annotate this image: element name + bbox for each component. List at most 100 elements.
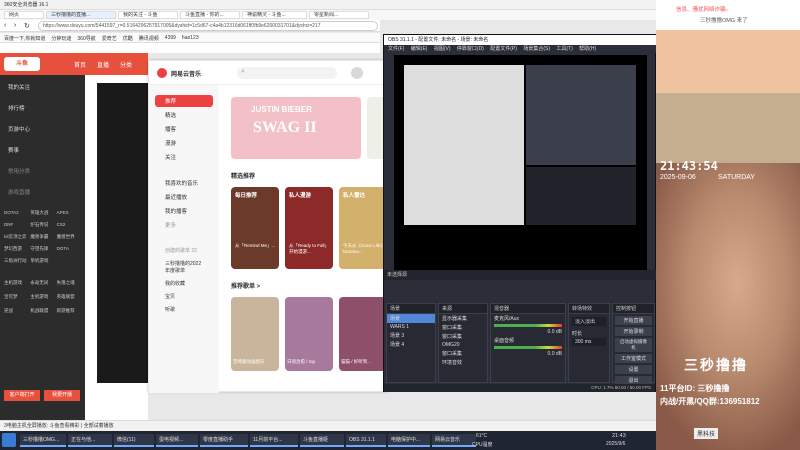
- bookmark-1[interactable]: 分钟玩谜: [51, 35, 71, 42]
- scene-item[interactable]: 场景 4: [387, 340, 435, 349]
- more-4[interactable]: 主机游戏: [30, 294, 54, 300]
- obs-menu-view[interactable]: 视图(V): [434, 46, 451, 52]
- virtual-camera-button[interactable]: 启动虚拟摄像机: [615, 338, 652, 352]
- more-0[interactable]: 主机游戏: [4, 280, 28, 286]
- game-5[interactable]: CS2: [57, 222, 81, 228]
- music-nav-my-podcast[interactable]: 我的播客: [155, 205, 213, 217]
- obs-preview[interactable]: [394, 55, 647, 270]
- obs-menu-dock[interactable]: 停靠窗口(D): [457, 46, 484, 52]
- source-item[interactable]: 显示器采集: [439, 314, 487, 323]
- source-item[interactable]: 窗口采集: [439, 349, 487, 358]
- playlist-item-2[interactable]: 宝贝: [155, 291, 213, 302]
- music-nav-recommend[interactable]: 推荐: [155, 95, 213, 107]
- url-input[interactable]: https://www.douyu.com/5441597_r=0.516429…: [38, 21, 378, 31]
- taskbar-item-0[interactable]: 三秒撸撸OMG...: [20, 434, 66, 447]
- taskbar-item-5[interactable]: 11月前平台...: [250, 434, 298, 447]
- side-esports[interactable]: 赛事: [0, 146, 85, 154]
- game-9[interactable]: 梦幻西游: [4, 246, 28, 252]
- start-stream-button[interactable]: 我要开播: [44, 390, 80, 401]
- more-2[interactable]: 失落之魂: [57, 280, 81, 286]
- studio-mode-button[interactable]: 工作室模式: [615, 354, 652, 363]
- bookmark-3[interactable]: 爱奇艺: [102, 35, 117, 42]
- playlist-item-3[interactable]: 听歌: [155, 304, 213, 315]
- game-10[interactable]: 守望先锋: [30, 246, 54, 252]
- scene-item[interactable]: 场景: [387, 314, 435, 323]
- nav-category[interactable]: 分类: [120, 60, 132, 69]
- game-6[interactable]: lol云顶之弈: [4, 234, 28, 240]
- game-4[interactable]: 炉石传说: [30, 222, 54, 228]
- start-streaming-button[interactable]: 开始直播: [615, 316, 652, 325]
- source-item[interactable]: 环境音效: [439, 358, 487, 367]
- more-5[interactable]: 英雄联盟: [57, 294, 81, 300]
- bookmark-6[interactable]: 4399: [165, 35, 176, 42]
- music-nav-follow[interactable]: 关注: [155, 151, 213, 163]
- back-icon[interactable]: ‹: [4, 22, 6, 29]
- game-0[interactable]: DOTA2: [4, 210, 28, 216]
- transition-select[interactable]: 淡入淡出: [572, 317, 606, 326]
- clock[interactable]: 21:43: [612, 433, 626, 439]
- transition-duration[interactable]: 300 ms: [572, 338, 606, 346]
- more-7[interactable]: 机战联盟: [30, 308, 54, 314]
- game-8[interactable]: 魔兽世界: [57, 234, 81, 240]
- taskbar-item-4[interactable]: 零度直播助手: [200, 434, 248, 447]
- scene-item[interactable]: 场景 3: [387, 331, 435, 340]
- obs-menu-tools[interactable]: 工具(T): [556, 46, 572, 52]
- side-follow[interactable]: 我的关注: [0, 83, 85, 91]
- music-nav-featured[interactable]: 精选: [155, 109, 213, 121]
- card-daily[interactable]: 每日推荐 从「Remind Me」...: [231, 187, 279, 269]
- more-1[interactable]: 永劫无间: [30, 280, 54, 286]
- open-client-button[interactable]: 客户端打开: [4, 390, 40, 401]
- scene-item[interactable]: WARS 1: [387, 323, 435, 331]
- game-7[interactable]: 魔兽争霸: [30, 234, 54, 240]
- taskbar-item-2[interactable]: 微信(11): [114, 434, 154, 447]
- clock-date[interactable]: 2025/9/6: [606, 441, 625, 447]
- bookmark-2[interactable]: 360导航: [77, 35, 95, 42]
- forward-icon[interactable]: ›: [14, 22, 16, 29]
- taskbar-item-7[interactable]: OBS 31.1.1: [346, 434, 386, 447]
- source-item[interactable]: 窗口采集: [439, 323, 487, 332]
- obs-menu-file[interactable]: 文件(F): [388, 46, 404, 52]
- music-nav-recent[interactable]: 最近播放: [155, 191, 213, 203]
- tab-1[interactable]: 三秒撸撸的直播...: [46, 11, 116, 19]
- game-11[interactable]: DOTA: [57, 246, 81, 252]
- card-radar[interactable]: 私人雷达 今天从《Gone Life》Nanana...: [339, 187, 387, 269]
- source-item[interactable]: 窗口采集: [439, 332, 487, 341]
- music-banner[interactable]: JUSTIN BIEBER SWAG II: [231, 97, 361, 159]
- game-13[interactable]: 单机游戏: [30, 258, 54, 264]
- section-playlists[interactable]: 推荐歌单 >: [231, 281, 260, 290]
- taskbar-item-1[interactable]: 正在与他...: [68, 434, 112, 447]
- music-nav-podcast[interactable]: 播客: [155, 123, 213, 135]
- refresh-icon[interactable]: ↻: [24, 22, 30, 30]
- bookmark-5[interactable]: 腾讯视频: [139, 35, 159, 42]
- source-item[interactable]: OMG20: [439, 341, 487, 349]
- playlist-item-0[interactable]: 三秒撸撸的2022年度歌单: [155, 258, 213, 276]
- obs-menu-scenes[interactable]: 场景集合(S): [523, 46, 550, 52]
- more-3[interactable]: 宝可梦: [4, 294, 28, 300]
- nav-live[interactable]: 直播: [97, 60, 109, 69]
- music-search-input[interactable]: ⌕: [237, 67, 337, 79]
- settings-button[interactable]: 设置: [615, 365, 652, 374]
- tab-0[interactable]: 网页: [4, 11, 44, 19]
- rec-playlist-1[interactable]: 日语治愈 / top: [285, 297, 333, 371]
- start-recording-button[interactable]: 开始录制: [615, 327, 652, 336]
- bookmark-7[interactable]: hao123: [182, 35, 199, 42]
- taskbar-item-9[interactable]: 网易云音乐: [432, 434, 476, 447]
- tab-4[interactable]: 神谕精灵 - 斗鱼...: [242, 11, 307, 19]
- obs-menu-help[interactable]: 帮助(H): [579, 46, 596, 52]
- taskbar-item-3[interactable]: 蛋电视频...: [156, 434, 198, 447]
- game-1[interactable]: 英雄大战: [30, 210, 54, 216]
- start-icon[interactable]: [2, 433, 16, 447]
- rec-playlist-0[interactable]: 宫崎骏动画配乐: [231, 297, 279, 371]
- avatar[interactable]: [351, 67, 363, 79]
- card-roam[interactable]: 私人漫游 从「Ready to Fall」开始漫游...: [285, 187, 333, 269]
- taskbar-item-8[interactable]: 电脑保护中...: [388, 434, 430, 447]
- rec-playlist-2[interactable]: 猫猫 / 好听到...: [339, 297, 387, 371]
- bookmark-4[interactable]: 优酷: [123, 35, 133, 42]
- playlist-item-1[interactable]: 我的收藏: [155, 278, 213, 289]
- tab-2[interactable]: 我的关注 - 斗鱼: [118, 11, 178, 19]
- music-nav-liked[interactable]: 我喜欢的音乐: [155, 177, 213, 189]
- game-2[interactable]: APEX: [57, 210, 81, 216]
- music-nav-roam[interactable]: 漫游: [155, 137, 213, 149]
- obs-menu-edit[interactable]: 编辑(E): [411, 46, 428, 52]
- side-rank[interactable]: 排行榜: [0, 104, 85, 112]
